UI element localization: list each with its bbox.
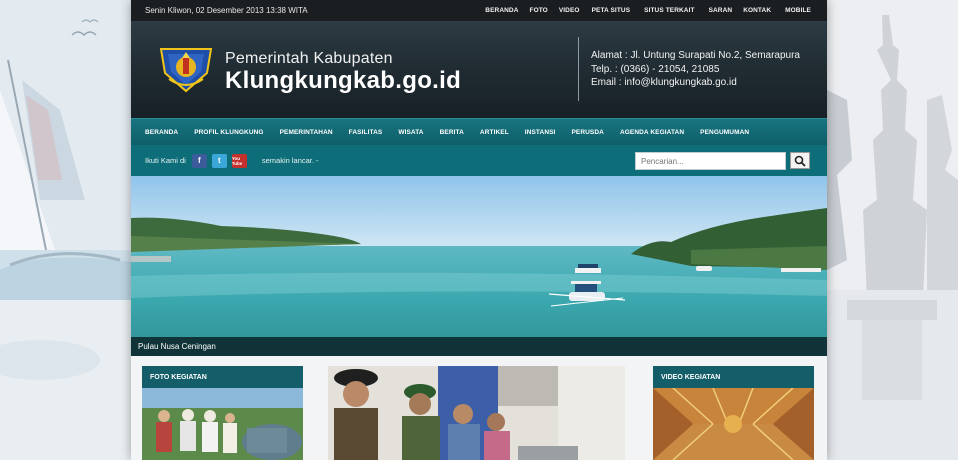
topnav-kontak[interactable]: KONTAK	[743, 7, 771, 14]
foto-kegiatan-header: FOTO KEGIATAN	[142, 366, 303, 388]
topnav-mobile[interactable]: MOBILE	[785, 7, 811, 14]
main-nav: BERANDA PROFIL KLUNGKUNG PEMERINTAHAN FA…	[131, 118, 827, 145]
video-kegiatan-image[interactable]	[653, 388, 814, 460]
nav-agenda-kegiatan[interactable]: AGENDA KEGIATAN	[620, 129, 684, 136]
foto-kegiatan-title: FOTO KEGIATAN	[150, 373, 207, 381]
contact-email: Email : info@klungkungkab.go.id	[591, 77, 737, 88]
search-input[interactable]	[635, 152, 786, 170]
nav-fasilitas[interactable]: FASILITAS	[349, 129, 383, 136]
top-bar: Senin Kliwon, 02 Desember 2013 13:38 WIT…	[131, 0, 827, 21]
video-kegiatan-header: VIDEO KEGIATAN	[653, 366, 814, 388]
top-nav: BERANDA FOTO VIDEO PETA SITUS SITUS TERK…	[474, 7, 811, 14]
follow-label: Ikuti Kami di	[145, 156, 186, 165]
left-background-decoration	[0, 0, 131, 460]
right-background-decoration	[827, 0, 958, 460]
youtube-icon[interactable]: You Tube	[231, 153, 247, 168]
twitter-icon[interactable]: t	[211, 153, 227, 168]
nav-pemerintahan[interactable]: PEMERINTAHAN	[280, 129, 333, 136]
news-feature-image[interactable]	[328, 366, 625, 460]
topnav-beranda[interactable]: BERANDA	[485, 7, 518, 14]
emblem-icon[interactable]	[157, 43, 213, 93]
nav-artikel[interactable]: ARTIKEL	[480, 129, 509, 136]
nav-instansi[interactable]: INSTANSI	[525, 129, 556, 136]
slider-image	[131, 176, 827, 356]
site-title-small: Pemerintah Kabupaten	[225, 50, 393, 67]
content-area: FOTO KEGIATAN VIDEO KEGIATAN	[131, 356, 827, 460]
slide-caption: Pulau Nusa Ceningan	[131, 337, 827, 356]
news-ticker[interactable]: semakin lancar. -	[262, 156, 319, 165]
topnav-video[interactable]: VIDEO	[559, 7, 580, 14]
search-icon	[794, 155, 806, 167]
topnav-situs-terkait[interactable]: SITUS TERKAIT	[644, 7, 694, 14]
nav-perusda[interactable]: PERUSDA	[571, 129, 603, 136]
page-container: Senin Kliwon, 02 Desember 2013 13:38 WIT…	[131, 0, 827, 460]
header-divider	[578, 37, 579, 101]
topnav-saran[interactable]: SARAN	[709, 7, 733, 14]
foto-kegiatan-image[interactable]	[142, 388, 303, 460]
nav-beranda[interactable]: BERANDA	[145, 129, 178, 136]
video-kegiatan-title: VIDEO KEGIATAN	[661, 373, 721, 381]
site-header: Pemerintah Kabupaten Klungkungkab.go.id …	[131, 21, 827, 118]
nav-pengumuman[interactable]: PENGUMUMAN	[700, 129, 749, 136]
featured-slider[interactable]: Pulau Nusa Ceningan	[131, 176, 827, 356]
contact-address: Alamat : Jl. Untung Surapati No.2, Semar…	[591, 50, 800, 61]
current-date: Senin Kliwon, 02 Desember 2013 13:38 WIT…	[145, 6, 308, 15]
topnav-peta-situs[interactable]: PETA SITUS	[592, 7, 631, 14]
search-button[interactable]	[790, 152, 810, 169]
site-title[interactable]: Klungkungkab.go.id	[225, 67, 461, 95]
topnav-foto[interactable]: FOTO	[530, 7, 548, 14]
facebook-icon[interactable]: f	[191, 153, 207, 168]
nav-berita[interactable]: BERITA	[440, 129, 464, 136]
contact-info: Alamat : Jl. Untung Surapati No.2, Semar…	[591, 49, 800, 90]
nav-profil-klungkung[interactable]: PROFIL KLUNGKUNG	[194, 129, 263, 136]
social-bar: Ikuti Kami di f t You Tube semakin lanca…	[131, 145, 827, 176]
contact-phone: Telp. : (0366) - 21054, 21085	[591, 63, 720, 75]
slide-caption-text: Pulau Nusa Ceningan	[138, 342, 216, 351]
nav-wisata[interactable]: WISATA	[398, 129, 423, 136]
